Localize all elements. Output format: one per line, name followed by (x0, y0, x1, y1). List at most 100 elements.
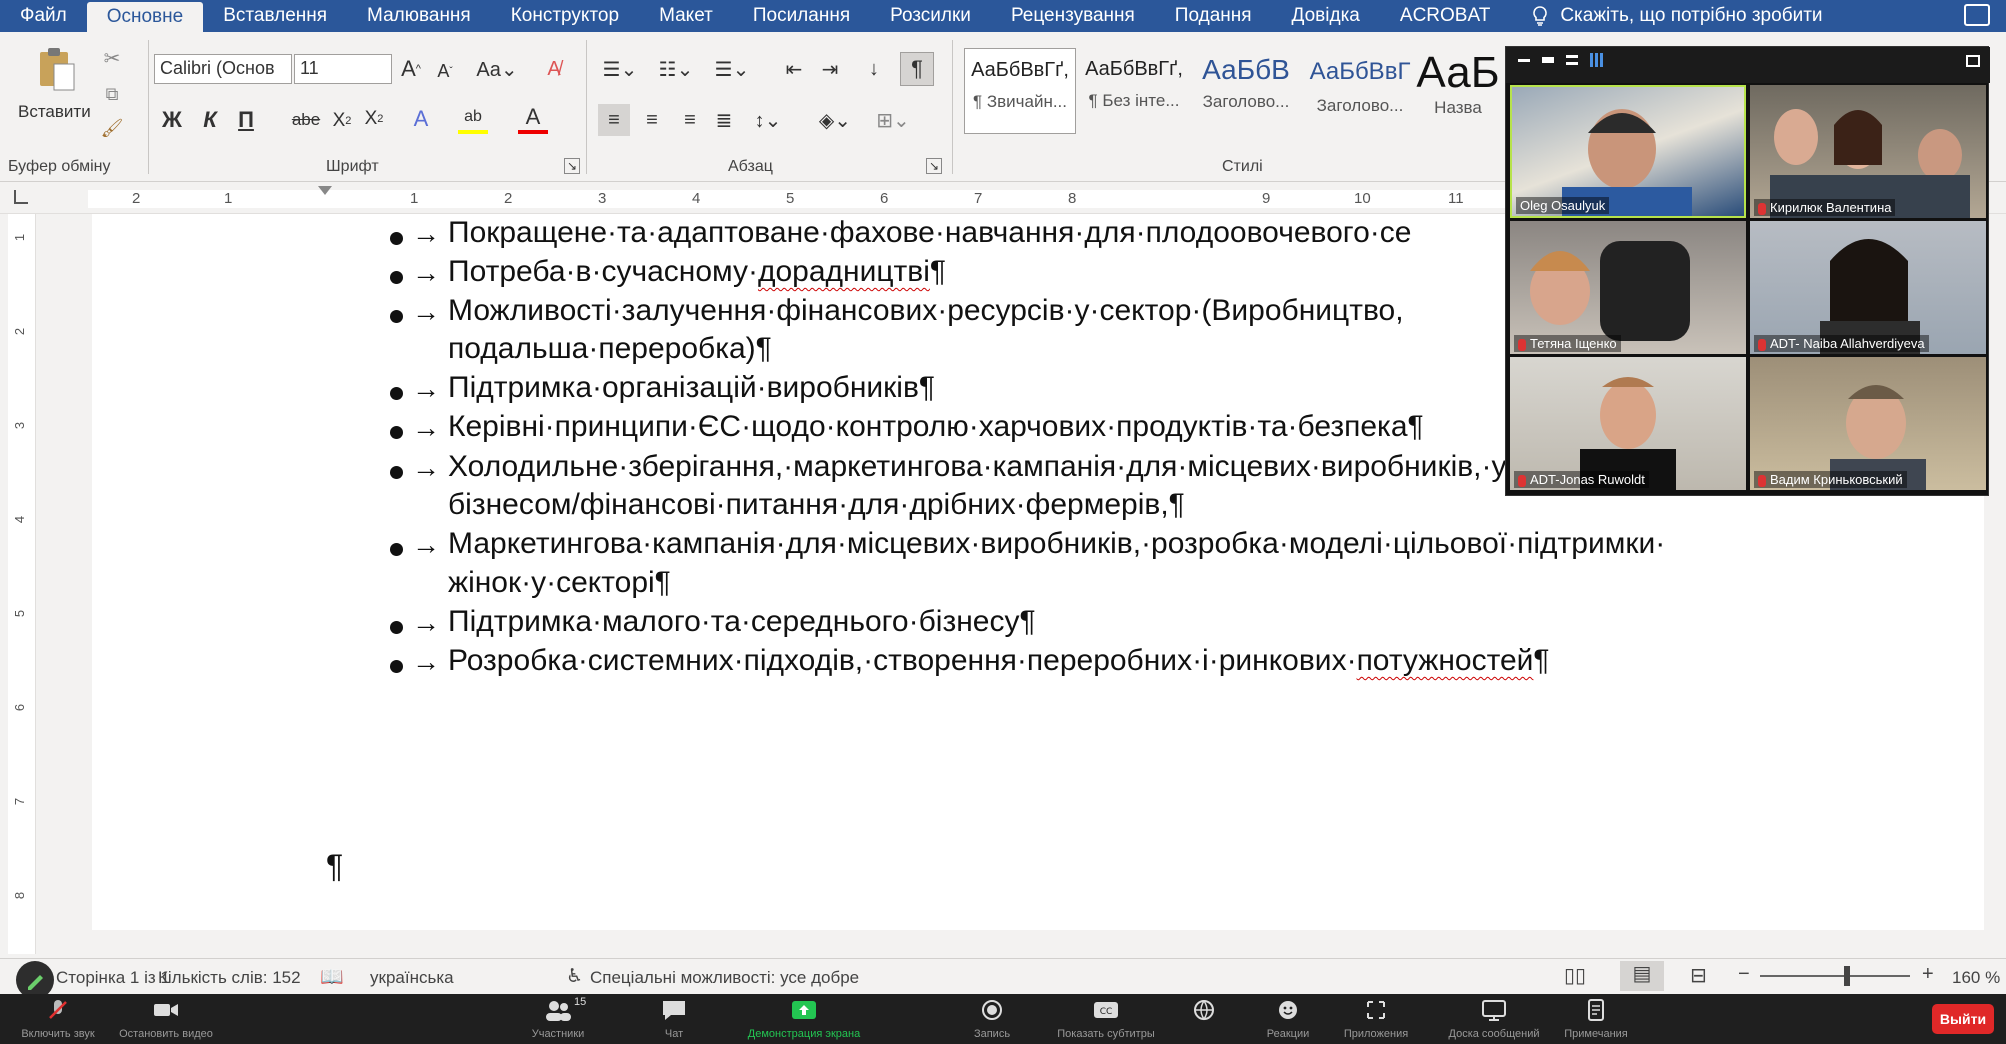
italic-button[interactable]: К (196, 104, 224, 136)
bold-button[interactable]: Ж (156, 104, 188, 136)
tab-design[interactable]: Конструктор (491, 0, 639, 32)
style-title[interactable]: АаБ Назва (1412, 48, 1504, 134)
list-item[interactable]: Підтримка·малого·та·середнього·бізнесу¶ (448, 605, 1036, 639)
shrink-font-icon[interactable]: Aˇ (432, 56, 458, 86)
accessibility-status[interactable]: Спеціальні можливості: усе добре (590, 968, 859, 988)
word-count[interactable]: Кількість слів: 152 (158, 968, 301, 988)
align-right-icon[interactable]: ≡ (674, 104, 706, 136)
zoom-level[interactable]: 160 % (1952, 968, 2000, 988)
tab-draw[interactable]: Малювання (347, 0, 491, 32)
tab-selector-icon[interactable] (14, 190, 28, 204)
zoom-slider-thumb[interactable] (1844, 966, 1850, 986)
style-normal[interactable]: АаБбВвГґ, ¶ Звичайн... (964, 48, 1076, 134)
apps-button[interactable]: Приложения (1326, 998, 1426, 1040)
copy-icon[interactable]: ⧉ (100, 82, 124, 106)
strikethrough-button[interactable]: abe (288, 104, 324, 136)
captions-button[interactable]: CC Показать субтитры (1046, 998, 1166, 1040)
tab-references[interactable]: Посилання (733, 0, 870, 32)
style-heading-1[interactable]: АаБбВ Заголово... (1190, 48, 1302, 134)
paste-button[interactable]: Вставити (18, 102, 91, 122)
text-effects-icon[interactable]: A (406, 104, 436, 134)
align-center-icon[interactable]: ≡ (636, 104, 668, 136)
highlight-icon[interactable]: ab (458, 104, 488, 134)
proofing-icon[interactable]: 📖 (320, 965, 344, 989)
list-item[interactable]: Холодильне·зберігання,·маркетингова·камп… (448, 450, 1655, 484)
list-item[interactable]: Підтримка·організацій·виробників¶ (448, 371, 935, 405)
video-tile[interactable]: ADT- Naiba Allahverdiyeva (1750, 221, 1986, 354)
tab-review[interactable]: Рецензування (991, 0, 1155, 32)
multilevel-list-icon[interactable]: ☰⌄ (712, 54, 752, 84)
tab-acrobat[interactable]: ACROBAT (1380, 0, 1510, 32)
chat-button[interactable]: Чат (624, 998, 724, 1040)
spelling-error-word[interactable]: дорадництві (758, 255, 930, 288)
justify-icon[interactable]: ≣ (708, 104, 740, 136)
style-no-spacing[interactable]: АаБбВвГґ, ¶ Без інте... (1078, 48, 1190, 134)
read-mode-icon[interactable]: ▯▯ (1564, 963, 1586, 988)
superscript-icon[interactable]: X2 (362, 104, 386, 134)
restore-icon[interactable] (1542, 57, 1554, 63)
show-formatting-icon[interactable]: ¶ (900, 52, 934, 86)
notes-button[interactable]: Примечания (1546, 998, 1646, 1040)
list-item-continuation[interactable]: жінок·у·секторі¶ (448, 566, 671, 600)
reactions-button[interactable]: Реакции (1238, 998, 1338, 1040)
video-tile[interactable]: Вадим Криньковський (1750, 357, 1986, 490)
list-item-continuation[interactable]: подальша·переробка)¶ (448, 332, 772, 366)
style-heading-2[interactable]: АаБбВвГ Заголово... (1304, 48, 1416, 134)
list-item[interactable]: Маркетингова·кампанія·для·місцевих·вироб… (448, 527, 1665, 561)
video-tile[interactable]: Кирилюк Валентина (1750, 85, 1986, 218)
change-case-icon[interactable]: Aa⌄ (474, 54, 520, 84)
align-left-icon[interactable]: ≡ (598, 104, 630, 136)
leave-meeting-button[interactable]: Выйти (1932, 1004, 1994, 1034)
dialog-launcher-icon[interactable]: ↘ (926, 158, 942, 174)
whiteboard-button[interactable]: Доска сообщений (1434, 998, 1554, 1040)
tab-insert[interactable]: Вставлення (203, 0, 347, 32)
expand-icon[interactable] (1966, 55, 1980, 67)
video-tile[interactable]: ADT-Jonas Ruwoldt (1510, 357, 1746, 490)
spelling-error-word[interactable]: потужностей (1357, 644, 1534, 677)
zoom-out-button[interactable]: − (1738, 963, 1750, 986)
shading-icon[interactable]: ◈⌄ (812, 104, 858, 136)
line-spacing-icon[interactable]: ↕⌄ (746, 104, 790, 136)
subscript-icon[interactable]: X2 (330, 106, 354, 136)
tab-help[interactable]: Довідка (1272, 0, 1380, 32)
tab-view[interactable]: Подання (1155, 0, 1272, 32)
participants-button[interactable]: Участники (508, 998, 608, 1040)
speaker-view-icon[interactable] (1566, 55, 1578, 65)
increase-indent-icon[interactable]: ⇥ (816, 54, 844, 84)
font-name-combo[interactable]: Calibri (Основ (154, 54, 292, 84)
decrease-indent-icon[interactable]: ⇤ (780, 54, 808, 84)
list-item[interactable]: Розробка·системних·підходів,·створення·п… (448, 644, 1550, 678)
indent-marker-icon[interactable] (318, 186, 332, 195)
list-item[interactable]: Можливості·залучення·фінансових·ресурсів… (448, 294, 1404, 328)
bullets-icon[interactable]: ☰⌄ (600, 54, 640, 84)
dialog-launcher-icon[interactable]: ↘ (564, 158, 580, 174)
zoom-video-gallery[interactable]: Oleg Osaulyuk Кирилюк Валентина Тетяна І… (1505, 46, 1990, 496)
paste-icon[interactable] (34, 46, 78, 92)
list-item[interactable]: Керівні·принципи·ЄС·щодо·контролю·харчов… (448, 410, 1424, 444)
borders-icon[interactable]: ⊞⌄ (870, 104, 916, 136)
web-layout-icon[interactable]: ⊟ (1690, 963, 1707, 988)
font-color-icon[interactable]: A (518, 104, 548, 134)
numbering-icon[interactable]: ☷⌄ (656, 54, 696, 84)
language-indicator[interactable]: українська (370, 968, 454, 988)
comments-icon[interactable] (1964, 4, 1990, 26)
list-item[interactable]: Потреба·в·сучасному·дорадництві¶ (448, 255, 946, 289)
zoom-slider[interactable] (1760, 966, 1910, 986)
zoom-in-button[interactable]: + (1922, 963, 1934, 986)
list-item[interactable]: Покращене·та·адаптоване·фахове·навчання·… (448, 216, 1411, 250)
tab-mailings[interactable]: Розсилки (870, 0, 991, 32)
tab-home[interactable]: Основне (86, 2, 204, 32)
minimize-icon[interactable] (1518, 59, 1530, 62)
sort-icon[interactable]: ↓ (860, 54, 888, 84)
clear-format-icon[interactable]: A̸ (540, 54, 568, 84)
tell-me-box[interactable]: Скажіть, що потрібно зробити (1510, 5, 1823, 27)
gallery-view-icon[interactable] (1590, 53, 1604, 67)
grow-font-icon[interactable]: A ^ (398, 54, 424, 84)
format-painter-icon[interactable]: 🖌 (100, 116, 124, 140)
unmute-button[interactable]: Включить звук (8, 998, 108, 1040)
font-size-combo[interactable]: 11 (294, 54, 392, 84)
cut-icon[interactable]: ✂ (100, 46, 124, 70)
record-button[interactable]: Запись (942, 998, 1042, 1040)
underline-button[interactable]: П (232, 104, 260, 136)
tab-file[interactable]: Файл (0, 0, 87, 32)
